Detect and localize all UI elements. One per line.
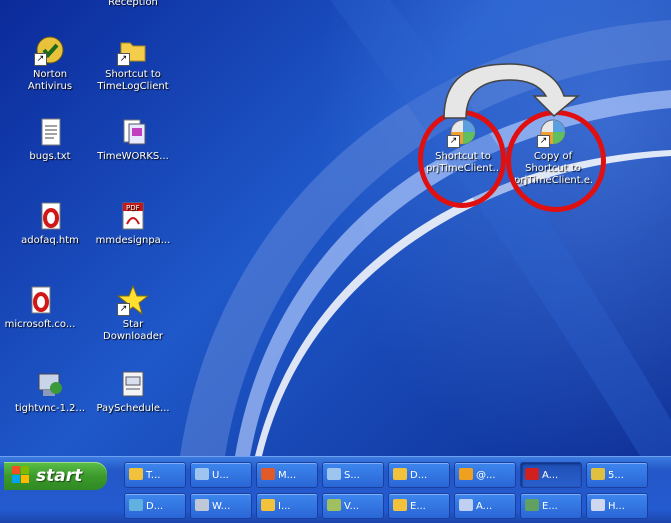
- taskbar-button[interactable]: 5...: [586, 462, 648, 488]
- icon-label: PaySchedule...: [96, 403, 170, 414]
- pdf-icon: PDF: [117, 200, 149, 232]
- taskbar-button[interactable]: S...: [322, 462, 384, 488]
- mmdesignpa-icon-item[interactable]: PDF mmdesignpa...: [90, 200, 176, 247]
- folder-icon: [393, 499, 407, 511]
- taskbar-button[interactable]: I...: [256, 493, 318, 519]
- reception-icon-item[interactable]: Reception: [90, 0, 176, 9]
- icon-label: mmdesignpa...: [95, 235, 171, 246]
- opera-html-icon: [24, 284, 56, 316]
- folder-shortcut-icon: ↗: [117, 34, 149, 66]
- clock-icon: [459, 468, 473, 480]
- adofaq-icon-item[interactable]: adofaq.htm: [7, 200, 93, 247]
- taskbar-button-label: 5...: [608, 470, 624, 481]
- network-icon: [459, 499, 473, 511]
- folder-icon: [261, 499, 275, 511]
- taskbar-button[interactable]: E...: [520, 493, 582, 519]
- taskbar-button[interactable]: W...: [190, 493, 252, 519]
- microsoft-icon-item[interactable]: microsoft.co...: [0, 284, 83, 331]
- icon-label: Star Downloader: [103, 319, 163, 342]
- icon-label: Shortcut to TimeLogClient: [97, 69, 169, 92]
- star-icon: ↗: [116, 284, 150, 316]
- document-icon: [195, 468, 209, 480]
- spreadsheet-icon: [525, 499, 539, 511]
- folder-icon: [129, 468, 143, 480]
- taskbar-button[interactable]: M...: [256, 462, 318, 488]
- star-downloader-icon-item[interactable]: ↗ Star Downloader: [90, 284, 176, 343]
- start-button[interactable]: start: [4, 462, 107, 490]
- taskbar-button-label: S...: [344, 470, 360, 481]
- icon-label: bugs.txt: [29, 151, 71, 162]
- taskbar-button[interactable]: T...: [124, 462, 186, 488]
- presentation-icon: [261, 468, 275, 480]
- taskbar-button[interactable]: D...: [388, 462, 450, 488]
- computer-icon: [195, 499, 209, 511]
- document-icon: [117, 116, 149, 148]
- icon-label: TimeWORKS...: [97, 151, 169, 162]
- icon-label: tightvnc-1.2...: [14, 403, 86, 414]
- taskbar-button-label: T...: [146, 470, 161, 481]
- pdf-icon: [525, 468, 539, 480]
- document-icon: [117, 368, 149, 400]
- timeworks-icon-item[interactable]: TimeWORKS...: [90, 116, 176, 163]
- taskbar-button-label: E...: [542, 501, 558, 512]
- opera-html-icon: [34, 200, 66, 232]
- installer-icon: [34, 368, 66, 400]
- taskbar-button-label: @...: [476, 470, 496, 481]
- payschedule-icon-item[interactable]: PaySchedule...: [90, 368, 176, 415]
- norton-icon: ↗: [34, 34, 66, 66]
- editor-icon: [327, 499, 341, 511]
- taskbar-button[interactable]: U...: [190, 462, 252, 488]
- icon-label: adofaq.htm: [21, 235, 79, 246]
- taskbar-button-label: D...: [410, 470, 428, 481]
- taskbar-button-label: A...: [476, 501, 493, 512]
- window-icon: [591, 499, 605, 511]
- taskbar-button-label: I...: [278, 501, 291, 512]
- bugs-txt-icon-item[interactable]: bugs.txt: [7, 116, 93, 163]
- document-icon: [327, 468, 341, 480]
- taskbar-button-label: E...: [410, 501, 426, 512]
- taskbar-button-label: D...: [146, 501, 164, 512]
- timelogclient-shortcut-icon-item[interactable]: ↗ Shortcut to TimeLogClient: [90, 34, 176, 93]
- text-file-icon: [34, 116, 66, 148]
- tightvnc-icon-item[interactable]: tightvnc-1.2...: [7, 368, 93, 415]
- taskbar-button[interactable]: @...: [454, 462, 516, 488]
- taskbar-button-label: M...: [278, 470, 297, 481]
- curved-arrow-icon: [443, 63, 581, 119]
- windows-logo-icon: [12, 466, 30, 484]
- taskbar: start T... U... M... S... D... @... A... 5... D…: [0, 456, 671, 523]
- taskbar-button-label: A...: [542, 470, 559, 481]
- icon-label: Norton Antivirus: [27, 69, 73, 92]
- plugin-icon: [591, 468, 605, 480]
- folder-icon: [393, 468, 407, 480]
- taskbar-button-label: H...: [608, 501, 625, 512]
- taskbar-button[interactable]: H...: [586, 493, 648, 519]
- taskbar-button[interactable]: V...: [322, 493, 384, 519]
- norton-antivirus-icon-item[interactable]: ↗ Norton Antivirus: [7, 34, 93, 93]
- icon-label: microsoft.co...: [4, 319, 76, 330]
- taskbar-button[interactable]: E...: [388, 493, 450, 519]
- svg-text:PDF: PDF: [126, 204, 140, 212]
- tool-icon: [129, 499, 143, 511]
- taskbar-button[interactable]: A...: [520, 462, 582, 488]
- taskbar-button[interactable]: D...: [124, 493, 186, 519]
- start-label: start: [36, 466, 83, 486]
- desktop[interactable]: ↗ Norton Antivirus bugs.txt adofaq.htm m…: [0, 0, 671, 456]
- taskbar-button-label: W...: [212, 501, 231, 512]
- taskbar-button-label: V...: [344, 501, 360, 512]
- taskbar-button[interactable]: A...: [454, 493, 516, 519]
- icon-label: Reception: [108, 0, 158, 8]
- taskbar-button-label: U...: [212, 470, 229, 481]
